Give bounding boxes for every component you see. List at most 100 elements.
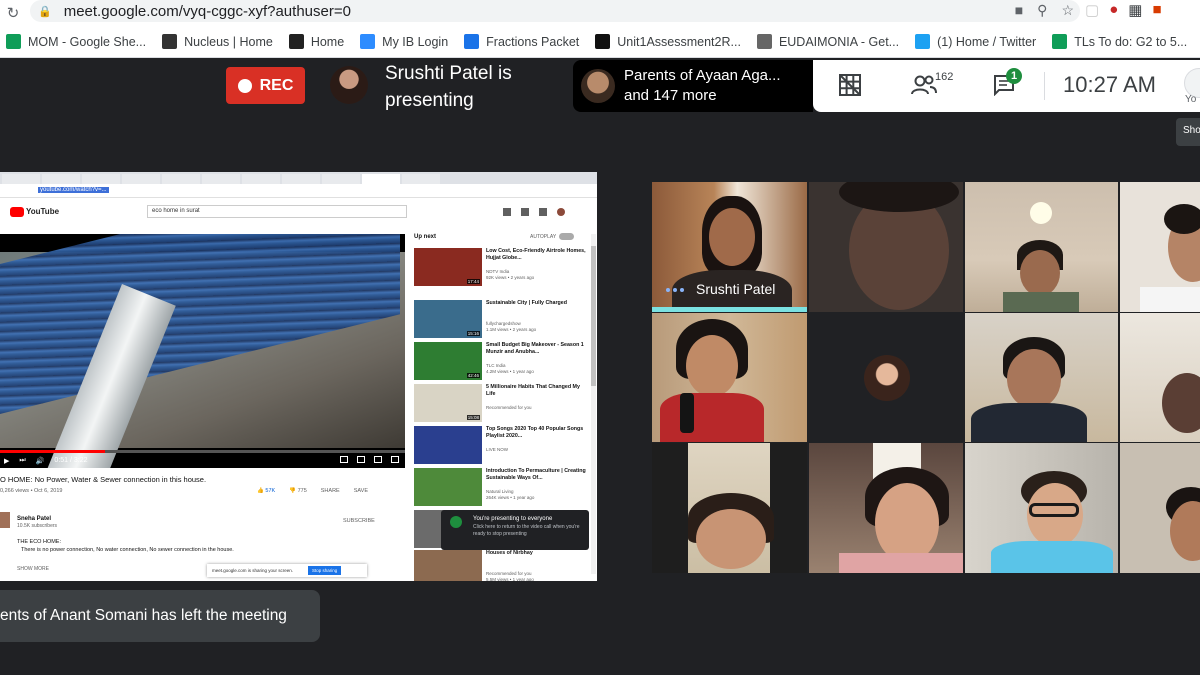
participants-summary[interactable]: Parents of Ayaan Aga... and 147 more [573,60,813,112]
participant-tile[interactable] [1120,443,1200,573]
bookmark-item[interactable]: TLs To do: G2 to 5... [1052,34,1187,49]
related-title: Houses of Nirbhay [486,550,533,556]
related-channel: LIVE NOW [486,447,586,453]
share-label: SHARE [320,488,340,494]
related-video: 15:08 5 Millionaire Habits That Changed M… [414,384,594,422]
save-label: SAVE [353,488,368,494]
participant-tile[interactable] [652,443,807,573]
bb-icon [595,34,611,49]
present-icon [450,516,462,528]
participant-tile[interactable] [965,182,1118,312]
miniplayer-icon [357,456,365,463]
shared-url: youtube.com/watch?v=... [38,187,109,193]
office-extension-icon[interactable]: ■ [1152,1,1161,19]
chat-unread-badge: 1 [1006,68,1022,84]
people-icon[interactable] [910,74,938,96]
zoom-icon[interactable]: ⚲ [1037,2,1047,19]
you-label: Yo [1185,94,1197,105]
related-thumbnail [414,550,482,581]
participant-tile[interactable] [809,182,963,312]
related-duration: 42:46 [466,373,480,378]
theater-icon [374,456,382,463]
apple-extension-icon[interactable]: ● [1109,1,1118,19]
related-thumbnail: 15:16 [414,300,482,338]
related-video: 15:16 Sustainable City | Fully Charged ful… [414,300,594,338]
related-title: Sustainable City | Fully Charged [486,300,567,306]
bookmark-item[interactable]: Unit1Assessment2R... [595,34,741,49]
up-next-label: Up next [414,234,437,240]
reload-icon[interactable]: ↻ [2,4,24,22]
video-time: 0:51 / 3:22 [54,457,88,464]
related-channel: Recommended for you [486,405,586,411]
speaker-name: Srushti Patel [696,281,776,297]
player-controls: ▶ ⏭ 🔊 0:51 / 3:22 [0,453,405,468]
twitter-icon [915,34,931,49]
youtube-logo-icon [10,207,24,217]
meet-top-bar: 162 1 10:27 AM Yo [813,60,1200,112]
participant-tile-camera-off[interactable] [809,313,963,442]
bookmark-item[interactable]: MOM - Google She... [6,34,146,49]
related-channel: fullychargedshow 1.1M views • 2 years ago [486,321,586,333]
active-speaker-bar [652,307,807,312]
participant-avatar [864,355,910,401]
apps-icon [521,208,529,216]
related-duration: 15:16 [466,331,480,336]
bookmark-item[interactable]: Nucleus | Home [162,34,273,49]
video-title: O HOME: No Power, Water & Sewer connecti… [0,475,207,484]
star-icon[interactable]: ☆ [1061,2,1074,19]
sharing-banner: meet.google.com is sharing your screen. … [207,564,367,577]
participant-tile[interactable] [965,313,1118,442]
participant-tile[interactable] [809,443,963,573]
bookmark-label: My IB Login [382,34,449,49]
bookmark-item[interactable]: Fractions Packet [464,34,579,49]
video-player: ▶ ⏭ 🔊 0:51 / 3:22 [0,234,405,468]
related-thumbnail: 15:08 [414,384,482,422]
bookmark-item[interactable]: Home [288,34,344,49]
bookmark-label: Nucleus | Home [184,34,273,49]
participant-tile[interactable] [1120,313,1200,442]
show-more-label: SHOW MORE [17,566,49,572]
cloud-icon [360,34,376,49]
lock-icon: 🔒 [38,5,52,18]
stop-sharing-label: Stop sharing [308,566,342,575]
shared-screen[interactable]: youtube.com/watch?v=... YouTube eco home… [0,172,597,581]
related-views: 5.5M views • 1 year ago [486,577,534,581]
tile-srushti-patel[interactable]: Srushti Patel [652,182,807,312]
shared-tabs [0,172,597,184]
bookmark-item[interactable]: (1) Home / Twitter [915,34,1036,49]
clock-time: 10:27 AM [1063,72,1156,97]
camera-icon[interactable]: ■ [1015,2,1023,19]
related-thumbnail: 42:46 [414,342,482,380]
meet-window: ↻ 🔒 meet.google.com/vyq-cggc-xyf?authuse… [0,0,1200,675]
volume-icon: 🔊 [35,457,45,465]
extension-icon[interactable]: ▢ [1085,1,1099,19]
channel-avatar [0,512,10,528]
rec-label: REC [259,76,294,94]
related-views: 92K views • 2 years ago [486,275,535,280]
participant-tile[interactable] [965,443,1118,573]
url-text[interactable]: meet.google.com/vyq-cggc-xyf?authuser=0 [64,3,351,20]
related-thumbnail: 17:44 [414,248,482,286]
related-video: Introduction To Permaculture | Creating … [414,468,594,506]
video-actions: 👍 57K 👎 775 SHARE SAVE [257,488,368,494]
bookmark-label: Fractions Packet [486,34,580,49]
bookmark-item[interactable]: My IB Login [360,34,448,49]
channel-name: Sneha Patel [17,516,52,522]
bookmark-label: EUDAIMONIA - Get... [778,34,900,49]
fullscreen-icon [391,456,399,463]
description-heading: THE ECO HOME: [17,539,62,545]
participant-tile[interactable] [1120,182,1200,312]
related-views: 1.1M views • 2 years ago [486,327,537,332]
bookmark-item[interactable]: EUDAIMONIA - Get... [756,34,900,49]
bookmark-label: MOM - Google She... [28,34,147,49]
sheets-icon [6,34,21,49]
play-icon: ▶ [4,457,10,465]
participant-tile[interactable] [652,313,807,442]
layout-grid-icon[interactable] [838,73,862,97]
apps-grid-icon[interactable]: ▦ [1128,1,1142,19]
address-bar[interactable]: 🔒 meet.google.com/vyq-cggc-xyf?authuser=… [30,0,1080,22]
like-count: 👍 57K [257,488,276,494]
presenter-status: Srushti Patel is presenting [385,60,575,114]
subscribe-label: SUBSCRIBE [343,518,375,524]
presenter-line-1: Srushti Patel is [385,63,512,84]
